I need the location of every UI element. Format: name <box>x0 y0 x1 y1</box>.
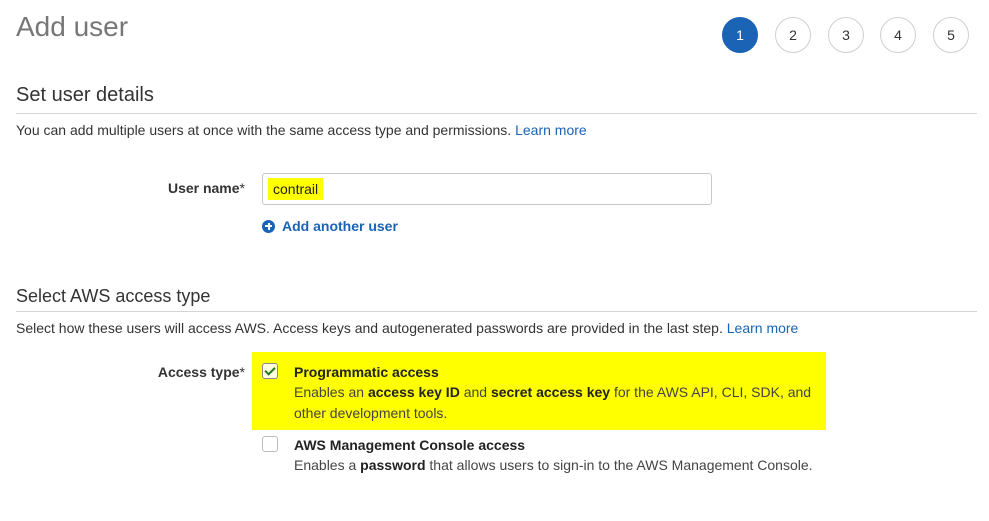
add-another-user-button[interactable]: Add another user <box>262 217 398 235</box>
access-type-description: Select how these users will access AWS. … <box>16 319 798 337</box>
console-access-checkbox[interactable] <box>262 436 278 452</box>
learn-more-link[interactable]: Learn more <box>515 122 587 138</box>
programmatic-access-checkbox[interactable] <box>262 363 278 379</box>
programmatic-access-description: Enables an access key ID and secret acce… <box>294 384 812 421</box>
description-text: Select how these users will access AWS. … <box>16 320 723 336</box>
step-5[interactable]: 5 <box>933 17 969 53</box>
required-mark: * <box>239 180 245 196</box>
learn-more-link[interactable]: Learn more <box>727 320 799 336</box>
access-type-label: Access type* <box>157 364 245 380</box>
step-4[interactable]: 4 <box>880 17 916 53</box>
section-title-access-type: Select AWS access type <box>16 286 211 306</box>
divider <box>16 113 977 114</box>
username-value: contrail <box>268 178 324 200</box>
checkmark-icon <box>264 364 276 376</box>
step-2[interactable]: 2 <box>775 17 811 53</box>
username-label: User name* <box>167 180 245 196</box>
user-details-description: You can add multiple users at once with … <box>16 121 587 139</box>
section-title-user-details: Set user details <box>16 84 154 106</box>
programmatic-access-title: Programmatic access <box>294 364 439 380</box>
step-3[interactable]: 3 <box>828 17 864 53</box>
page-title: Add user <box>16 11 129 42</box>
add-another-user-label: Add another user <box>282 218 398 234</box>
required-mark: * <box>239 364 245 380</box>
divider <box>16 311 977 312</box>
description-text: You can add multiple users at once with … <box>16 122 512 138</box>
username-input[interactable]: contrail <box>262 173 712 205</box>
step-1[interactable]: 1 <box>722 17 758 53</box>
console-access-title: AWS Management Console access <box>294 437 526 453</box>
wizard-steps: 1 2 3 4 5 <box>722 17 972 53</box>
plus-circle-icon <box>262 219 275 233</box>
console-access-description: Enables a password that allows users to … <box>294 457 813 473</box>
